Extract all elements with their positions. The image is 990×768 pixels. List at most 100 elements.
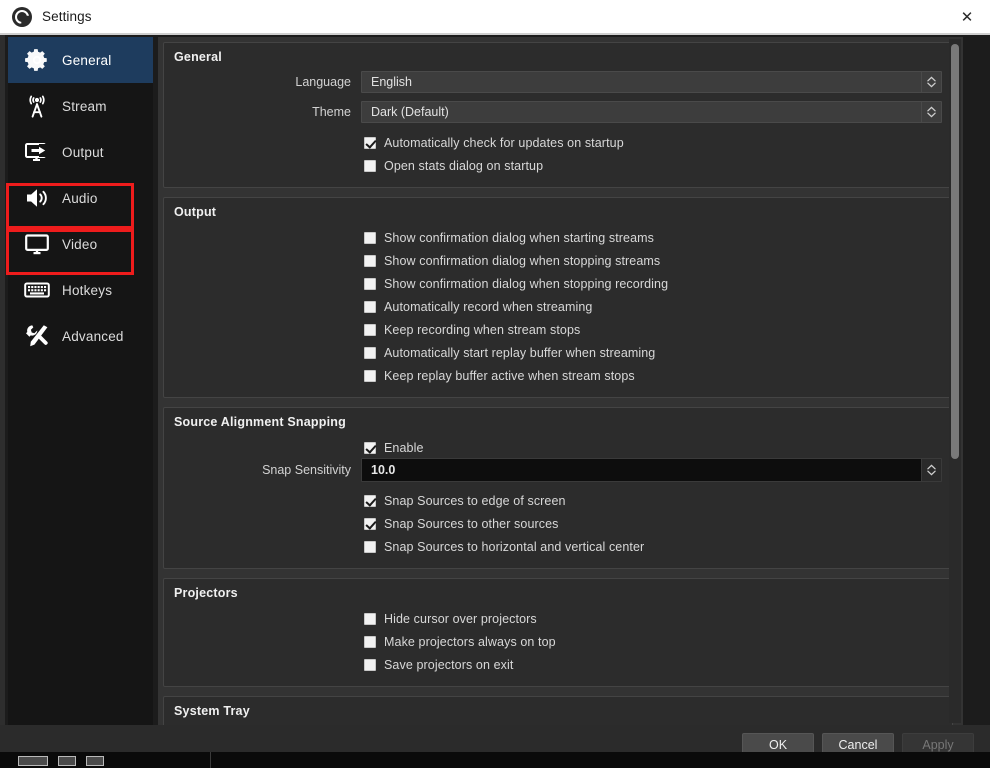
checkbox-label: Keep replay buffer active when stream st… bbox=[384, 368, 635, 383]
checkbox-icon[interactable] bbox=[364, 323, 376, 336]
close-icon[interactable]: ✕ bbox=[944, 0, 990, 33]
checkbox-icon[interactable] bbox=[364, 612, 376, 625]
sidebar-item-video[interactable]: Video bbox=[8, 221, 153, 267]
keyboard-icon bbox=[22, 275, 52, 305]
sidebar-item-label: Advanced bbox=[62, 328, 124, 344]
checkbox-icon[interactable] bbox=[364, 277, 376, 290]
checkbox-checked-icon[interactable] bbox=[364, 517, 376, 530]
checkbox-label: Hide cursor over projectors bbox=[384, 611, 537, 626]
checkbox-checked-icon[interactable] bbox=[364, 441, 376, 454]
sidebar-item-label: Output bbox=[62, 144, 104, 160]
checkbox-label: Show confirmation dialog when stopping r… bbox=[384, 276, 669, 291]
field-label: Snap Sensitivity bbox=[262, 463, 351, 477]
checkbox-label: Automatically check for updates on start… bbox=[384, 135, 624, 150]
checkbox-checked-icon[interactable] bbox=[364, 136, 376, 149]
checkbox-label: Snap Sources to other sources bbox=[384, 516, 559, 531]
speaker-icon bbox=[22, 183, 52, 213]
obs-settings-window: Settings ✕ General Stream Output Audio V… bbox=[0, 0, 990, 768]
checkbox-icon[interactable] bbox=[364, 231, 376, 244]
checkbox-row[interactable]: Automatically record when streaming bbox=[174, 295, 942, 318]
sidebar-item-stream[interactable]: Stream bbox=[8, 83, 153, 129]
checkbox-icon[interactable] bbox=[364, 658, 376, 671]
settings-content-panel: General Language English Theme Dark (Def… bbox=[158, 37, 963, 725]
checkbox-row[interactable]: Automatically start replay buffer when s… bbox=[174, 341, 942, 364]
group-projectors: Projectors Hide cursor over projectors M… bbox=[163, 578, 953, 687]
checkbox-icon[interactable] bbox=[364, 540, 376, 553]
sidebar-item-label: Video bbox=[62, 236, 98, 252]
settings-sidebar: General Stream Output Audio Video Hotkey… bbox=[8, 37, 153, 725]
checkbox-row[interactable]: Keep replay buffer active when stream st… bbox=[174, 364, 942, 387]
vertical-scrollbar[interactable] bbox=[949, 39, 961, 723]
combobox-value: English bbox=[371, 75, 412, 89]
group-title: Source Alignment Snapping bbox=[174, 415, 346, 429]
combobox-stepper[interactable] bbox=[921, 102, 941, 122]
desktop-taskbar bbox=[0, 752, 990, 768]
checkbox-icon[interactable] bbox=[364, 346, 376, 359]
checkbox-checked-icon[interactable] bbox=[364, 494, 376, 507]
monitor-arrow-icon bbox=[22, 137, 52, 167]
checkbox-row[interactable]: Show confirmation dialog when stopping s… bbox=[174, 249, 942, 272]
sidebar-item-advanced[interactable]: Advanced bbox=[8, 313, 153, 359]
checkbox-row[interactable]: Open stats dialog on startup bbox=[174, 154, 942, 177]
taskbar-item-1[interactable] bbox=[18, 756, 48, 766]
checkbox-label: Make projectors always on top bbox=[384, 634, 556, 649]
combobox-value: Dark (Default) bbox=[371, 105, 449, 119]
combobox[interactable]: Dark (Default) bbox=[361, 101, 942, 123]
checkbox-icon[interactable] bbox=[364, 635, 376, 648]
group-output: Output Show confirmation dialog when sta… bbox=[163, 197, 953, 398]
field-label: Language bbox=[295, 75, 351, 89]
chevron-down-icon[interactable] bbox=[927, 470, 936, 476]
group-title: Projectors bbox=[174, 586, 238, 600]
sidebar-item-output[interactable]: Output bbox=[8, 129, 153, 175]
checkbox-row[interactable]: Snap Sources to edge of screen bbox=[174, 489, 942, 512]
taskbar-item-3[interactable] bbox=[86, 756, 104, 766]
checkbox-icon[interactable] bbox=[364, 254, 376, 267]
checkbox-row[interactable]: Show confirmation dialog when starting s… bbox=[174, 226, 942, 249]
sidebar-item-hotkeys[interactable]: Hotkeys bbox=[8, 267, 153, 313]
taskbar-item-2[interactable] bbox=[58, 756, 76, 766]
chevron-down-icon[interactable] bbox=[927, 112, 936, 118]
checkbox-icon[interactable] bbox=[364, 369, 376, 382]
sidebar-item-label: General bbox=[62, 52, 112, 68]
checkbox-row[interactable]: Save projectors on exit bbox=[174, 653, 942, 676]
checkbox-label: Show confirmation dialog when stopping s… bbox=[384, 253, 661, 268]
checkbox-label: Show confirmation dialog when starting s… bbox=[384, 230, 655, 245]
checkbox-row[interactable]: Hide cursor over projectors bbox=[174, 607, 942, 630]
checkbox-icon[interactable] bbox=[364, 300, 376, 313]
checkbox-label: Automatically start replay buffer when s… bbox=[384, 345, 656, 360]
monitor-icon bbox=[22, 229, 52, 259]
checkbox-label: Enable bbox=[384, 440, 424, 455]
group-title: General bbox=[174, 50, 222, 64]
group-title: System Tray bbox=[174, 704, 250, 718]
checkbox-row[interactable]: Snap Sources to horizontal and vertical … bbox=[174, 535, 942, 558]
checkbox-label: Snap Sources to horizontal and vertical … bbox=[384, 539, 645, 554]
checkbox-row[interactable]: Automatically check for updates on start… bbox=[174, 131, 942, 154]
checkbox-row[interactable]: Enable bbox=[174, 436, 942, 459]
sidebar-item-general[interactable]: General bbox=[8, 37, 153, 83]
spinbox[interactable]: 10.0 bbox=[361, 458, 942, 482]
field-row: Theme Dark (Default) bbox=[174, 101, 942, 123]
obs-logo-icon bbox=[12, 6, 32, 27]
settings-scroll-area: General Language English Theme Dark (Def… bbox=[163, 42, 953, 725]
checkbox-row[interactable]: Keep recording when stream stops bbox=[174, 318, 942, 341]
left-edge-strip bbox=[0, 35, 5, 725]
scrollbar-thumb[interactable] bbox=[951, 44, 959, 459]
checkbox-icon[interactable] bbox=[364, 159, 376, 172]
combobox[interactable]: English bbox=[361, 71, 942, 93]
combobox-stepper[interactable] bbox=[921, 72, 941, 92]
group-system-tray: System Tray Enable Minimize to system tr… bbox=[163, 696, 953, 725]
sidebar-item-label: Stream bbox=[62, 98, 107, 114]
spinbox-stepper[interactable] bbox=[921, 459, 941, 481]
sidebar-item-audio[interactable]: Audio bbox=[8, 175, 153, 221]
checkbox-row[interactable]: Show confirmation dialog when stopping r… bbox=[174, 272, 942, 295]
chevron-down-icon[interactable] bbox=[927, 82, 936, 88]
window-title: Settings bbox=[42, 9, 92, 24]
field-row: Snap Sensitivity 10.0 bbox=[174, 458, 942, 482]
gear-icon bbox=[22, 45, 52, 75]
group-title: Output bbox=[174, 205, 217, 219]
checkbox-row[interactable]: Snap Sources to other sources bbox=[174, 512, 942, 535]
title-bar: Settings ✕ bbox=[0, 0, 990, 33]
broadcast-icon bbox=[22, 91, 52, 121]
tools-icon bbox=[22, 321, 52, 351]
checkbox-row[interactable]: Make projectors always on top bbox=[174, 630, 942, 653]
